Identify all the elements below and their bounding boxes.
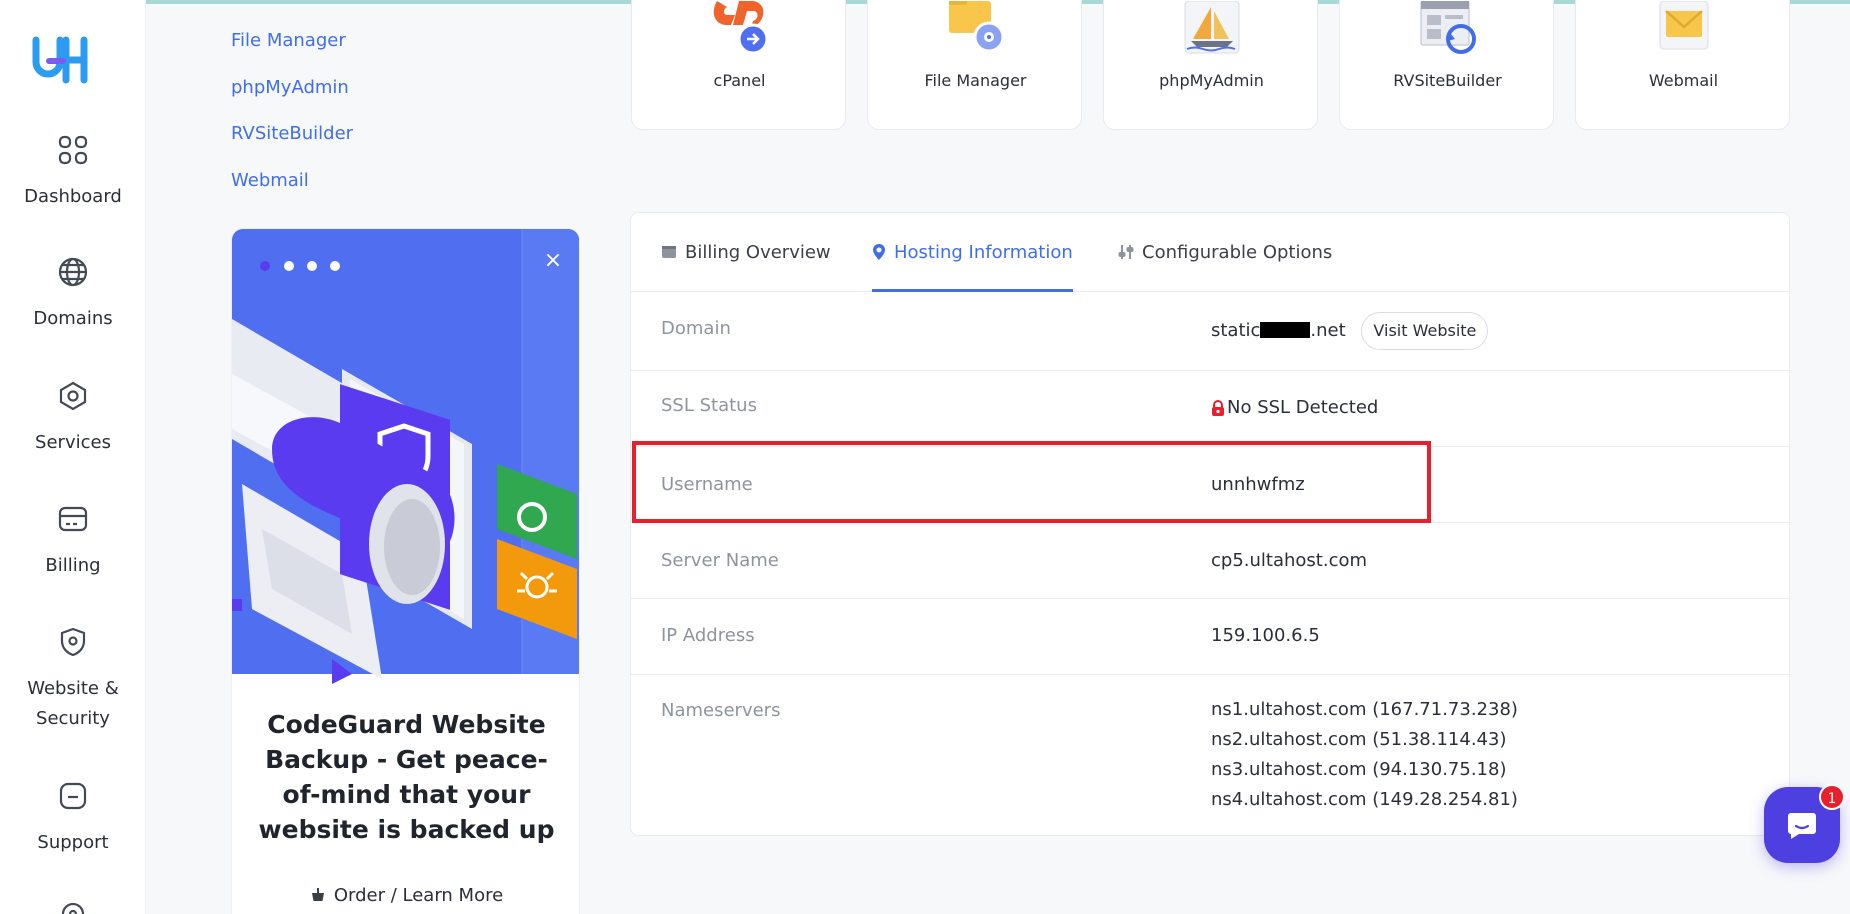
link-file-manager[interactable]: File Manager xyxy=(231,26,353,73)
username-label: Username xyxy=(661,474,753,495)
tile-label: Webmail xyxy=(1648,71,1719,90)
sidebar-item-label: Website & Security xyxy=(27,678,119,729)
link-rvsitebuilder[interactable]: RVSiteBuilder xyxy=(231,119,353,166)
envelope-icon xyxy=(1659,1,1709,50)
visit-website-button[interactable]: Visit Website xyxy=(1361,312,1489,350)
sidebar-item-label: Support xyxy=(37,832,109,853)
nameservers-label: Nameservers xyxy=(661,700,781,721)
promo-close-button[interactable]: × xyxy=(541,249,565,273)
sitebuilder-icon xyxy=(1420,1,1476,54)
tile-label: File Manager xyxy=(924,71,1027,90)
nameserver-item: ns4.ultahost.com (149.28.254.81) xyxy=(1211,789,1518,810)
row-domain: Domain static .net Visit Website xyxy=(631,292,1791,371)
row-server-name: Server Name cp5.ultahost.com xyxy=(631,523,1791,599)
location-icon xyxy=(61,902,85,914)
sidebar-item-support[interactable]: Support xyxy=(0,780,146,858)
row-ip-address: IP Address 159.100.6.5 xyxy=(631,599,1791,675)
tile-label: phpMyAdmin xyxy=(1159,71,1264,90)
promo-title: CodeGuard Website Backup - Get peace-of-… xyxy=(258,710,555,844)
domain-label: Domain xyxy=(661,318,731,339)
quick-links: File Manager phpMyAdmin RVSiteBuilder We… xyxy=(231,26,353,212)
tab-label: Billing Overview xyxy=(685,242,831,263)
hexagon-icon xyxy=(59,381,87,411)
shield-icon xyxy=(60,627,86,657)
sidebar-item-label: Domains xyxy=(33,308,113,329)
tile-rvsitebuilder[interactable]: RVSiteBuilder xyxy=(1339,0,1554,130)
server-name-value: cp5.ultahost.com xyxy=(1211,550,1368,571)
cpanel-icon xyxy=(713,1,769,55)
sidebar-item-services[interactable]: Services xyxy=(0,380,146,458)
sidebar-item-dashboard[interactable]: Dashboard xyxy=(0,134,146,212)
tile-file-manager[interactable]: File Manager xyxy=(867,0,1082,130)
domain-prefix: static xyxy=(1211,320,1261,341)
nameserver-item: ns2.ultahost.com (51.38.114.43) xyxy=(1211,729,1507,750)
tab-bar: Billing Overview Hosting Information Con… xyxy=(631,213,1791,292)
tab-configurable-options[interactable]: Configurable Options xyxy=(1118,213,1332,292)
row-username: Username unnhwfmz xyxy=(631,447,1791,523)
sliders-icon xyxy=(1118,245,1134,259)
link-webmail[interactable]: Webmail xyxy=(231,166,353,213)
tab-hosting-information[interactable]: Hosting Information xyxy=(872,213,1073,292)
promo-order-label: Order / Learn More xyxy=(333,885,504,906)
sidebar-item-label: Billing xyxy=(45,555,101,576)
sailboat-icon xyxy=(1184,1,1240,54)
redaction-block xyxy=(1260,322,1311,338)
sidebar-item-label: Dashboard xyxy=(24,186,122,207)
nameservers-list: ns1.ultahost.com (167.71.73.238) ns2.ult… xyxy=(1211,695,1518,815)
tile-label: RVSiteBuilder xyxy=(1393,71,1502,90)
server-name-label: Server Name xyxy=(661,550,779,571)
chat-square-icon xyxy=(59,782,87,810)
unlocked-padlock-icon xyxy=(1212,400,1224,416)
sidebar-item-website-security[interactable]: Website & Security xyxy=(0,626,146,734)
ip-address-label: IP Address xyxy=(661,625,755,646)
chat-bubble-icon xyxy=(1788,813,1816,839)
wallet-icon xyxy=(662,246,676,258)
sidebar-item-billing[interactable]: Billing xyxy=(0,503,146,581)
sidebar: Dashboard Domains Services Billing Websi… xyxy=(0,0,146,914)
nameserver-item: ns3.ultahost.com (94.130.75.18) xyxy=(1211,759,1507,780)
link-phpmyadmin[interactable]: phpMyAdmin xyxy=(231,73,353,120)
ssl-label: SSL Status xyxy=(661,395,757,416)
ssl-status-text: No SSL Detected xyxy=(1227,397,1379,418)
domain-value: static .net Visit Website xyxy=(1211,312,1489,350)
ultahost-logo[interactable] xyxy=(32,36,88,84)
ip-address-value: 159.100.6.5 xyxy=(1211,625,1320,646)
cart-icon xyxy=(311,888,324,901)
hosting-info-card: Billing Overview Hosting Information Con… xyxy=(630,212,1791,836)
promo-order-button[interactable]: Order / Learn More xyxy=(232,885,579,906)
tab-label: Hosting Information xyxy=(894,242,1073,263)
tile-webmail[interactable]: Webmail xyxy=(1575,0,1790,130)
promo-card: × CodeGuard Website Backup - Get peace-o… xyxy=(231,228,580,914)
sidebar-item-label: Services xyxy=(35,432,111,453)
tab-label: Configurable Options xyxy=(1142,242,1333,263)
tile-cpanel[interactable]: cPanel xyxy=(631,0,846,130)
tile-label: cPanel xyxy=(713,71,766,90)
backup-illustration xyxy=(232,229,579,684)
username-value: unnhwfmz xyxy=(1211,474,1305,495)
row-nameservers: Nameservers ns1.ultahost.com (167.71.73.… xyxy=(631,675,1791,835)
chat-unread-badge: 1 xyxy=(1819,784,1845,810)
globe-icon xyxy=(58,257,88,287)
sidebar-item-more[interactable] xyxy=(0,900,146,914)
domain-suffix: .net xyxy=(1310,320,1346,341)
ssl-value: No SSL Detected xyxy=(1211,393,1378,423)
row-ssl: SSL Status No SSL Detected xyxy=(631,371,1791,447)
card-icon xyxy=(58,506,88,532)
location-pin-icon xyxy=(873,244,885,260)
tile-phpmyadmin[interactable]: phpMyAdmin xyxy=(1103,0,1318,130)
folder-icon xyxy=(949,1,1005,53)
nameserver-item: ns1.ultahost.com (167.71.73.238) xyxy=(1211,699,1518,720)
sidebar-item-domains[interactable]: Domains xyxy=(0,256,146,334)
grid-icon xyxy=(58,135,88,165)
tab-billing-overview[interactable]: Billing Overview xyxy=(661,213,831,292)
